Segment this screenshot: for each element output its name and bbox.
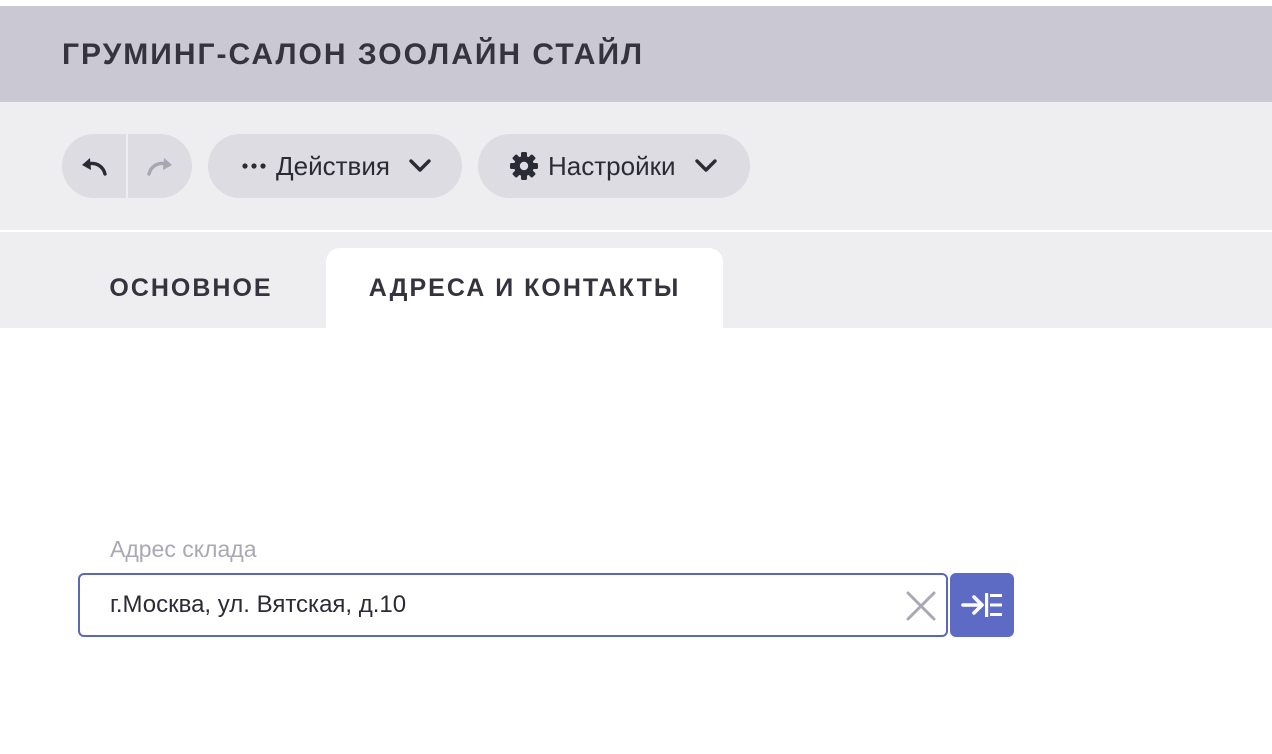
clear-button[interactable] [904, 589, 938, 623]
actions-label: Действия [276, 150, 390, 181]
gear-icon [510, 152, 538, 180]
warehouse-address-field [78, 573, 948, 637]
redo-icon [147, 158, 172, 176]
warehouse-address-label: Адрес склада [110, 536, 257, 562]
tab-bar: ОСНОВНОЕ АДРЕСА И КОНТАКТЫ [0, 232, 1272, 328]
undo-button[interactable] [62, 134, 126, 198]
toolbar: Действия Настройки [0, 102, 1272, 230]
close-icon [906, 591, 936, 621]
settings-label: Настройки [548, 150, 676, 181]
insert-address-button[interactable] [950, 573, 1014, 637]
warehouse-address-input[interactable] [110, 575, 890, 635]
insert-list-icon [961, 593, 1002, 617]
actions-button[interactable]: Действия [208, 134, 462, 198]
settings-button[interactable]: Настройки [478, 134, 750, 198]
undo-redo-group [62, 134, 192, 198]
redo-button[interactable] [128, 134, 192, 198]
chevron-down-icon [694, 158, 718, 174]
undo-icon [82, 158, 107, 176]
chevron-down-icon [408, 158, 432, 174]
title-bar: ГРУМИНГ-САЛОН ЗООЛАЙН СТАЙЛ [0, 6, 1272, 102]
page-title: ГРУМИНГ-САЛОН ЗООЛАЙН СТАЙЛ [62, 38, 645, 71]
tab-addresses-contacts[interactable]: АДРЕСА И КОНТАКТЫ [326, 248, 723, 328]
ellipsis-icon [242, 162, 266, 170]
tab-basic[interactable]: ОСНОВНОЕ [62, 248, 320, 328]
